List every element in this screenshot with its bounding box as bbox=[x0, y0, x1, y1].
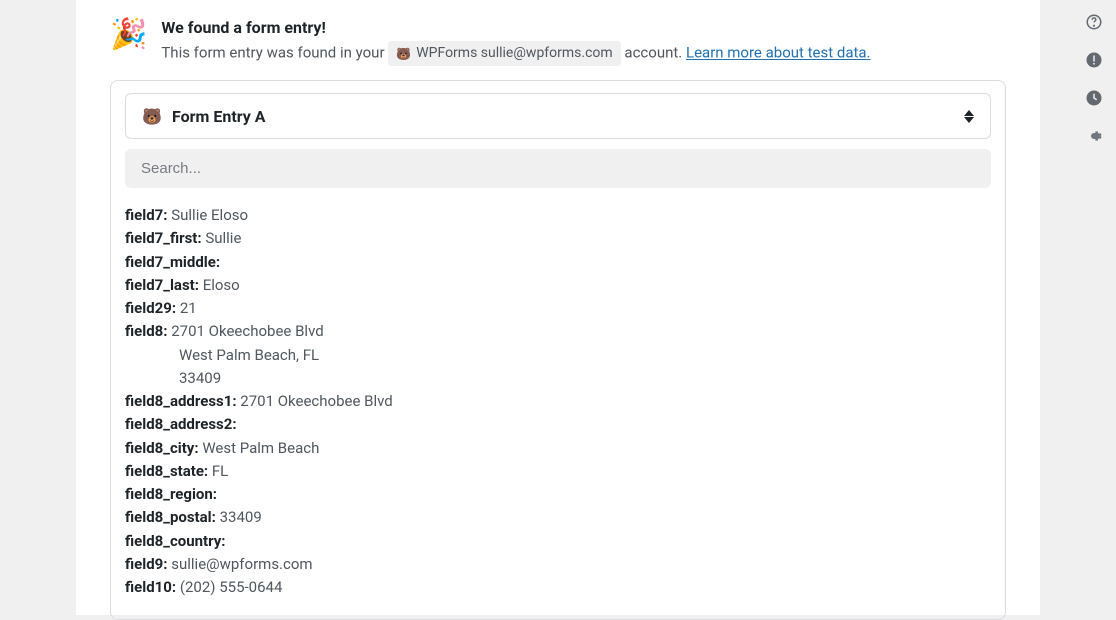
settings-button[interactable] bbox=[1078, 120, 1110, 152]
search-input[interactable] bbox=[125, 149, 991, 188]
field-row: field9: sullie@wpforms.com bbox=[125, 553, 991, 576]
account-pill: 🐻 WPForms sullie@wpforms.com bbox=[388, 41, 620, 66]
field-row: field8_address2: bbox=[125, 413, 991, 436]
side-toolbar bbox=[1078, 6, 1110, 152]
form-entry-dropdown[interactable]: 🐻 Form Entry A bbox=[125, 93, 991, 139]
history-button[interactable] bbox=[1078, 82, 1110, 114]
field-row: field8_city: West Palm Beach bbox=[125, 437, 991, 460]
field-row: field7_first: Sullie bbox=[125, 227, 991, 250]
field-row: West Palm Beach, FL bbox=[125, 344, 991, 367]
field-row: field7_last: Eloso bbox=[125, 274, 991, 297]
header-section: 🎉 We found a form entry! This form entry… bbox=[110, 12, 1006, 80]
party-popper-icon: 🎉 bbox=[110, 20, 147, 50]
learn-more-link[interactable]: Learn more about test data. bbox=[686, 44, 871, 62]
account-text: WPForms sullie@wpforms.com bbox=[416, 43, 612, 64]
field-row: 33409 bbox=[125, 367, 991, 390]
entry-box: 🐻 Form Entry A field7: Sullie Eloso fiel… bbox=[110, 80, 1006, 620]
field-row: field10: (202) 555-0644 bbox=[125, 576, 991, 599]
field-row: field8_country: bbox=[125, 530, 991, 553]
field-row: field7: Sullie Eloso bbox=[125, 204, 991, 227]
form-icon: 🐻 bbox=[142, 106, 162, 126]
fields-list: field7: Sullie Eloso field7_first: Sulli… bbox=[125, 204, 991, 599]
field-row: field8: 2701 Okeechobee Blvd bbox=[125, 320, 991, 343]
help-button[interactable] bbox=[1078, 6, 1110, 38]
chevron-sort-icon bbox=[964, 110, 974, 123]
field-row: field7_middle: bbox=[125, 251, 991, 274]
field-row: field29: 21 bbox=[125, 297, 991, 320]
field-row: field8_address1: 2701 Okeechobee Blvd bbox=[125, 390, 991, 413]
field-row: field8_state: FL bbox=[125, 460, 991, 483]
subtitle-prefix: This form entry was found in your bbox=[161, 44, 384, 62]
subtitle-suffix: account. bbox=[624, 44, 682, 62]
notifications-button[interactable] bbox=[1078, 44, 1110, 76]
header-subtitle: This form entry was found in your 🐻 WPFo… bbox=[161, 41, 1006, 66]
wpforms-icon: 🐻 bbox=[396, 45, 411, 63]
field-row: field8_postal: 33409 bbox=[125, 506, 991, 529]
field-row: field8_region: bbox=[125, 483, 991, 506]
header-title: We found a form entry! bbox=[161, 18, 1006, 37]
dropdown-selected-label: Form Entry A bbox=[172, 107, 266, 126]
